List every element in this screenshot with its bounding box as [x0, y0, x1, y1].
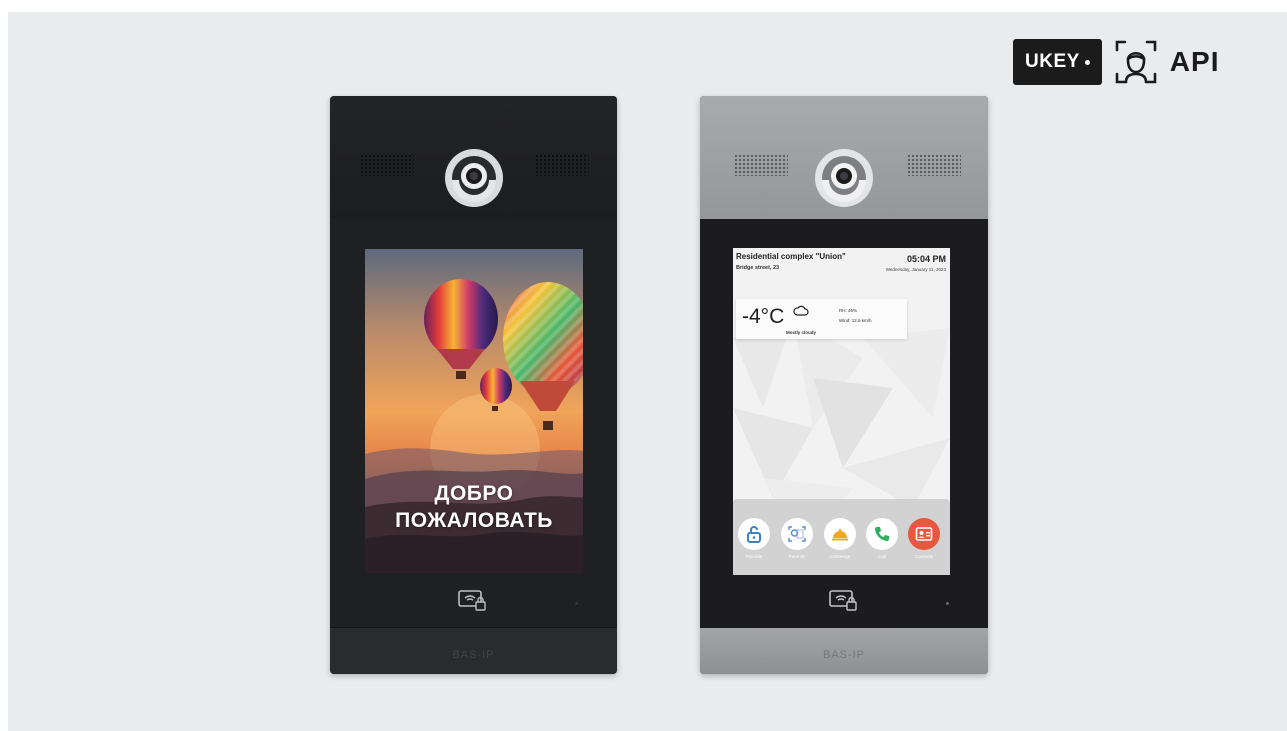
complex-address: Bridge street, 23: [736, 265, 780, 271]
status-led: [575, 602, 578, 605]
complex-name: Residential complex "Union": [736, 252, 846, 261]
weather-widget: -4°C Mostly cloudy RH: 46% Wind: 12.6 km…: [736, 299, 907, 339]
contacts-icon: [915, 527, 933, 541]
weather-humidity: RH: 46%: [839, 308, 858, 313]
lock-icon: [747, 526, 761, 543]
app-label: Pincode: [745, 554, 763, 559]
app-label: Concierge: [829, 554, 851, 559]
resident-info-screen: Residential complex "Union" Bridge stree…: [733, 248, 950, 575]
ukey-logo-badge: UKEY: [1013, 39, 1102, 85]
logo-dot: [1084, 59, 1090, 65]
app-call-button[interactable]: Call: [866, 518, 898, 559]
dark-intercom-panel: ДОБРО ПОЖАЛОВАТЬ BAS-IP: [330, 96, 617, 674]
app-label: Face ID: [789, 554, 805, 559]
face-recognition-icon: [1115, 40, 1157, 84]
app-pincode-button[interactable]: Pincode: [738, 518, 770, 559]
product-stage: [8, 12, 1287, 731]
brand-label: BAS-IP: [452, 649, 495, 661]
cloud-icon: [793, 305, 809, 316]
weather-temperature: -4°C: [742, 305, 785, 328]
pincode-circle: [738, 518, 770, 550]
app-label: Contacts: [915, 554, 933, 559]
speaker-grille-left: [360, 154, 414, 176]
clock-time: 05:04 PM: [906, 254, 946, 264]
face-id-circle: [781, 518, 813, 550]
speaker-grille-right: [535, 154, 589, 176]
concierge-bell-icon: [832, 529, 848, 541]
phone-icon: [875, 527, 889, 541]
welcome-screen: ДОБРО ПОЖАЛОВАТЬ: [365, 249, 583, 573]
app-dock: Pincode Face ID Concierge Call Contacts: [733, 499, 950, 575]
ukey-logo-text: UKEY: [1025, 51, 1080, 72]
camera-icon: [815, 149, 873, 207]
welcome-text-line-1: ДОБРО: [434, 482, 514, 505]
app-face-id-button[interactable]: Face ID: [781, 518, 813, 559]
camera-icon: [444, 149, 503, 207]
brand-label: BAS-IP: [822, 649, 866, 661]
contacts-circle: [908, 518, 940, 550]
silver-intercom-panel: Residential complex "Union" Bridge stree…: [700, 96, 988, 674]
speaker-grille-right: [907, 154, 961, 176]
card-reader-icon[interactable]: [829, 589, 859, 613]
call-circle: [866, 518, 898, 550]
face-id-icon: [788, 526, 806, 542]
speaker-grille-left: [734, 154, 788, 176]
app-concierge-button[interactable]: Concierge: [824, 518, 856, 559]
welcome-text-line-2: ПОЖАЛОВАТЬ: [395, 509, 553, 532]
weather-wind: Wind: 12.6 km/h: [839, 318, 872, 323]
clock-date: Wednesday, January 11, 2023: [885, 267, 946, 272]
api-logo-text: API: [1169, 46, 1220, 77]
app-label: Call: [878, 554, 886, 559]
status-led: [946, 602, 949, 605]
concierge-circle: [824, 518, 856, 550]
card-reader-icon[interactable]: [458, 589, 488, 613]
weather-description: Mostly cloudy: [786, 330, 817, 335]
app-contacts-button[interactable]: Contacts: [908, 518, 940, 559]
ukey-api-logo: UKEY API: [1013, 37, 1219, 87]
